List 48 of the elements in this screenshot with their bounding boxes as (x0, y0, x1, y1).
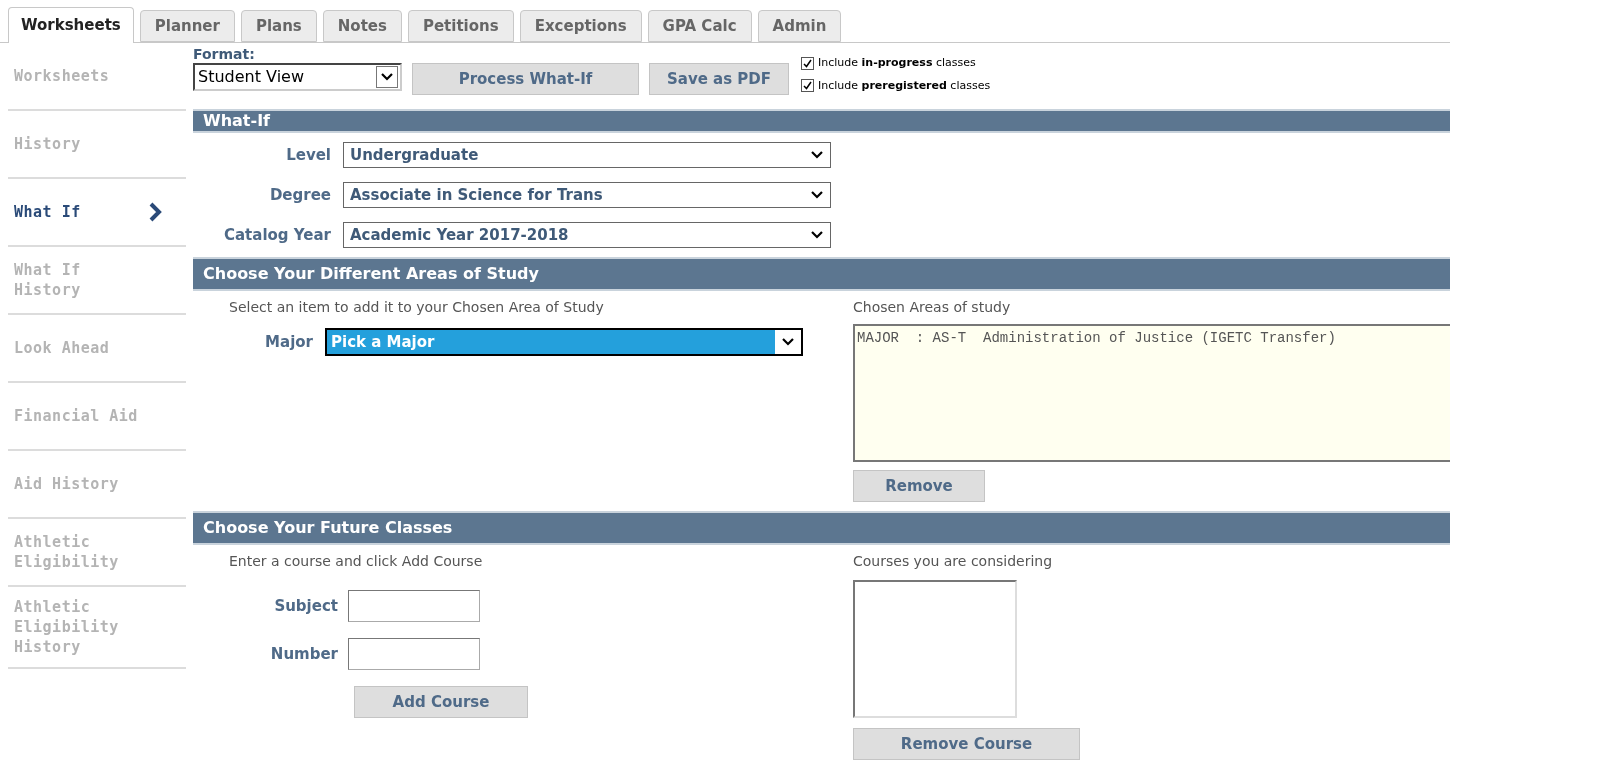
checkbox[interactable] (801, 79, 814, 93)
tab[interactable]: GPA Calc (647, 10, 752, 42)
checkbox-label: Include in-progress classes (818, 55, 976, 71)
field-label: Degree (268, 184, 332, 206)
section-header: Choose Your Future Classes (193, 511, 1450, 545)
field-label: Courses you are considering (853, 552, 1054, 571)
remove-button[interactable]: Remove (853, 470, 985, 502)
tab[interactable]: Exceptions (519, 10, 642, 42)
field-label: Major (264, 331, 314, 353)
dropdown[interactable]: Associate in Science for Trans (343, 182, 831, 208)
chevron-right-icon (148, 202, 162, 222)
field-label: Number (269, 643, 339, 665)
dropdown[interactable]: Pick a Major (325, 328, 803, 356)
tab[interactable]: Admin (757, 10, 842, 42)
checkbox[interactable] (801, 56, 814, 70)
hint-text: Enter a course and click Add Course (229, 552, 484, 571)
section-header: What-If (193, 109, 1450, 133)
field-label: Chosen Areas of study (853, 298, 1012, 317)
field-label: Subject (273, 595, 339, 617)
section-header: Choose Your Different Areas of Study (193, 257, 1450, 291)
caret-icon (775, 330, 801, 354)
hint-text: Select an item to add it to your Chosen Area of Study (229, 298, 605, 317)
input-field[interactable] (348, 590, 480, 622)
dropdown[interactable]: Undergraduate (343, 142, 831, 168)
format-dropdown[interactable]: Student View (193, 63, 402, 91)
field-label: Catalog Year (223, 224, 332, 246)
tab[interactable]: Planner (139, 10, 235, 42)
tab[interactable]: Notes (322, 10, 402, 42)
input-field[interactable] (348, 638, 480, 670)
list-box[interactable]: MAJOR : AS-T Administration of Justice (IGETC Transfer) (853, 324, 1450, 462)
caret-icon (810, 230, 824, 240)
remove-course-button[interactable]: Remove Course (853, 728, 1080, 760)
field-label: Level (285, 144, 332, 166)
caret-icon (810, 190, 824, 200)
list-item[interactable]: MAJOR : AS-T Administration of Justice (IGETC Transfer) (857, 328, 1450, 349)
add-course-button[interactable]: Add Course (354, 686, 528, 718)
tab[interactable]: Worksheets (8, 7, 134, 43)
list-box[interactable] (853, 580, 1017, 718)
button[interactable]: Save as PDF (649, 63, 789, 95)
format-label: Format: (193, 45, 256, 63)
dropdown[interactable]: Academic Year 2017-2018 (343, 222, 831, 248)
button[interactable]: Process What-If (412, 63, 639, 95)
tab[interactable]: Petitions (407, 10, 514, 42)
checkbox-label: Include preregistered classes (818, 77, 991, 94)
sidebar-item[interactable]: What If (8, 179, 186, 247)
caret-icon (810, 150, 824, 160)
tab[interactable]: Plans (240, 10, 317, 42)
caret-icon (376, 66, 398, 88)
